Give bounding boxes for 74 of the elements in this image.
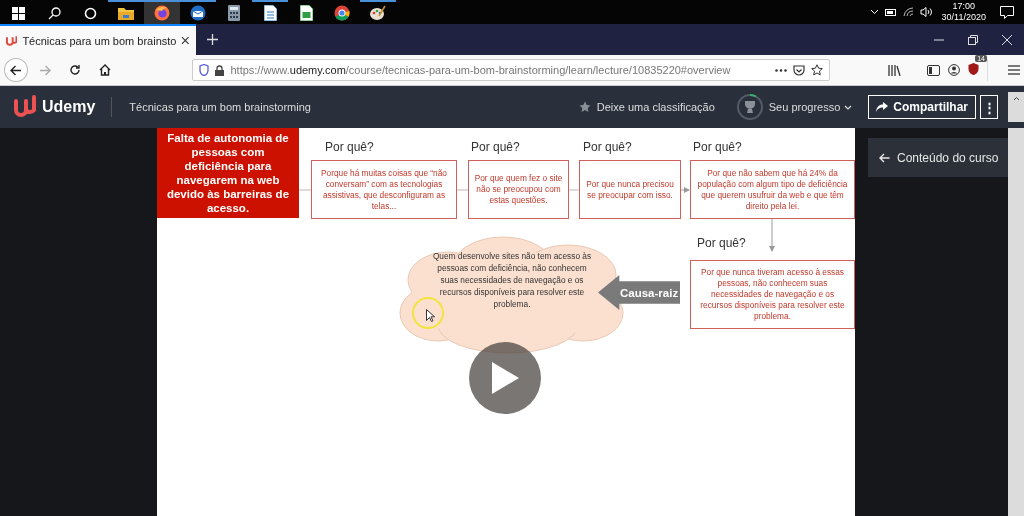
trophy-icon [744,101,755,113]
scrollbar[interactable] [1008,92,1024,122]
clock-time[interactable]: 17:00 [952,1,976,12]
connector-arrow [769,218,775,252]
minimize-icon[interactable] [934,38,944,41]
calculator-icon[interactable] [228,5,240,21]
course-title[interactable]: Técnicas para um bom brainstorming [129,101,311,113]
chevron-down-icon[interactable] [844,104,853,110]
close-icon[interactable] [181,36,190,45]
reload-icon[interactable] [69,64,82,76]
connector-line [456,189,469,191]
shield-extension-icon[interactable] [968,63,979,75]
connector-arrow [680,187,690,193]
bookmark-star-icon[interactable] [811,64,823,76]
why-label: Por quê? [583,140,632,154]
chrome-icon[interactable] [334,5,350,21]
problem-box: Falta de autonomia de pessoas com deficiência para navegarem na web devido às barreiras de acesso. [157,128,299,218]
why-box: Por que não sabem que há 24% da população com algum tipo de deficiência que querem usufruir da web e que têm direito pela lei. [690,160,855,219]
caret-up-icon[interactable] [1012,96,1020,101]
back-arrow-icon[interactable] [9,64,22,76]
library-icon[interactable] [888,64,901,76]
udemy-logo-icon[interactable] [12,95,38,119]
why-box: Por que quem fez o site não se preocupou com estas questões. [468,160,569,219]
volume-icon[interactable] [919,7,932,17]
mail-icon[interactable] [190,5,206,21]
progress-label[interactable]: Seu progresso [768,101,841,113]
share-button[interactable]: Compartilhar [868,95,976,119]
restore-icon[interactable] [968,34,978,45]
progress-ring[interactable] [736,94,763,120]
palette-icon[interactable] [370,5,386,21]
star-icon[interactable] [578,101,591,113]
menu-icon[interactable] [1008,65,1020,75]
course-content-button[interactable]: Conteúdo do curso [868,138,1008,177]
more-button[interactable]: ⋮ [980,95,998,119]
search-icon[interactable] [47,6,61,20]
connector-line [568,189,580,191]
root-cause-text: Quem desenvolve sites não tem acesso às pessoas com deficiência, não conhecem suas necessidades de navegação e os recursos disponíveis para resolver este problema. [431,250,593,310]
lock-icon [215,64,225,76]
sidebar-icon[interactable] [927,64,940,76]
url-field[interactable]: https://www.udemy.com/course/tecnicas-para-um-bom-brainstorming/learn/lecture/10835220#overview [192,59,830,81]
shield-icon[interactable] [199,64,210,76]
chevron-up-icon[interactable] [869,9,879,15]
rate-link[interactable]: Deixe uma classificação [596,101,715,113]
pocket-icon[interactable] [793,64,805,76]
notification-icon[interactable] [1000,5,1014,19]
why-box: Porque há muitas coisas que “não conversam” com as tecnologias assistivas, que desconfiguram as telas... [311,160,457,219]
plus-icon[interactable] [206,34,218,45]
mouse-pointer-icon [426,309,435,322]
why-label: Por quê? [693,140,742,154]
why-box: Por que nunca tiveram acesso à essas pessoas, não conhecem suas necessidades de navegação e os recursos disponíveis para resolver este problema. [690,260,855,329]
udemy-favicon-icon [6,35,18,46]
clock-date[interactable]: 30/11/2020 [941,12,986,23]
account-icon[interactable] [948,64,960,76]
why-label: Por quê? [471,140,520,154]
battery-icon[interactable] [884,8,897,16]
more-dots-icon[interactable] [775,68,787,72]
why-label: Por quê? [697,236,746,250]
share-arrow-icon[interactable] [876,102,889,112]
windows-logo-icon[interactable] [11,6,25,20]
spreadsheet-icon[interactable] [299,5,313,21]
scrollbar-track[interactable] [1008,128,1024,516]
play-icon[interactable] [490,361,520,395]
udemy-logo-text[interactable]: Udemy [42,98,96,116]
why-label: Por quê? [325,140,374,154]
back-button[interactable] [4,58,28,82]
connector-line [298,189,312,191]
firefox-icon[interactable] [154,5,170,21]
wifi-icon[interactable] [902,7,914,17]
text-document-icon[interactable] [263,5,277,21]
home-icon[interactable] [98,64,111,76]
why-box: Por que nunca precisou se preocupar com isso. [579,160,681,219]
browser-tab[interactable]: Técnicas para um bom brainsto [0,24,196,55]
circle-icon[interactable] [83,6,97,20]
folder-icon[interactable] [118,6,134,20]
